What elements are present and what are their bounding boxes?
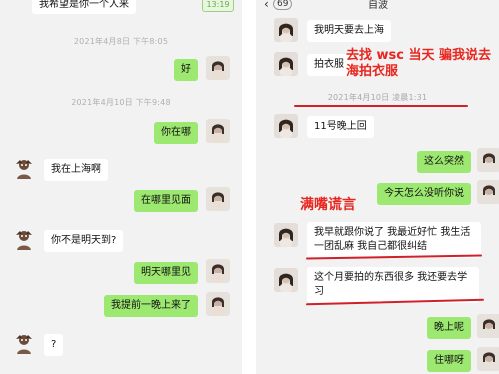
message-bubble-out[interactable]: 今天怎么没听你说 [377,183,471,205]
message-bubble-out[interactable]: 好 [174,59,198,81]
message-bubble-out[interactable]: 这么突然 [417,151,471,173]
avatar-contact[interactable] [12,156,36,180]
avatar-self[interactable] [206,187,230,211]
message-bubble-in[interactable]: 11号晚上回 [307,116,374,138]
message-bubble-out[interactable]: 在哪里见面 [134,190,198,212]
avatar-self[interactable] [477,148,499,172]
message-bubble-out[interactable]: 我提前一晚上来了 [104,295,198,317]
avatar-contact[interactable] [12,227,36,251]
chat-panel-right: ‹ 69 自波 我明天要去上海 拍衣服 去找 wsc 当天 骗我说去海拍衣服 2… [256,0,499,374]
message-bubble-partial: 我希望是你一个人来 [32,0,136,14]
chat-header: ‹ 69 自波 [256,0,499,12]
message-bubble-in[interactable]: 拍衣服 [307,54,351,76]
avatar-self[interactable] [206,56,230,80]
annotation-text: 满嘴谎言 [300,197,356,213]
avatar-contact[interactable] [274,114,298,138]
timestamp: 2021年4月10日 凌晨1:31 [327,93,428,102]
avatar-self[interactable] [206,119,230,143]
chat-panel-left: 我希望是你一个人来 13:19 2021年4月8日 下午8:05 好 2021年… [0,0,242,374]
annotation-text: 去找 wsc 当天 骗我说去海拍衣服 [346,48,492,79]
timestamp: 2021年4月8日 下午8:05 [73,37,169,46]
message-bubble-in[interactable]: ? [44,334,64,356]
avatar-self[interactable] [477,180,499,204]
panel-divider [242,0,256,374]
message-bubble-in[interactable]: 你不是明天到? [44,230,124,252]
avatar-self[interactable] [206,292,230,316]
avatar-contact[interactable] [274,18,298,42]
avatar-contact[interactable] [12,331,36,355]
message-bubble-out[interactable]: 明天哪里见 [134,262,198,284]
timestamp: 2021年4月10日 下午9:48 [71,98,171,107]
unread-count-badge: 69 [273,0,293,10]
message-bubble-out[interactable]: 你在哪 [154,122,198,144]
avatar-contact[interactable] [274,223,298,247]
avatar-contact[interactable] [274,268,298,292]
avatar-self[interactable] [477,347,499,371]
avatar-self[interactable] [206,259,230,283]
message-bubble-in[interactable]: 我明天要去上海 [307,20,391,42]
avatar-self[interactable] [477,314,499,338]
avatar-contact[interactable] [274,52,298,76]
chat-title: 自波 [368,0,388,11]
screenshot-collage: 我希望是你一个人来 13:19 2021年4月8日 下午8:05 好 2021年… [0,0,499,374]
message-bubble-in[interactable]: 我在上海啊 [44,159,108,181]
message-bubble-in[interactable]: 我早就跟你说了 我最近好忙 我生活一团乱麻 我自己都很纠结 [307,222,481,258]
message-bubble-in[interactable]: 这个月要拍的东西很多 我还要去学习 [307,267,479,303]
left-top-partial: 我希望是你一个人来 13:19 [0,0,242,14]
message-bubble-out[interactable]: 住哪呀 [427,350,471,372]
back-chevron-icon[interactable]: ‹ [264,0,269,11]
red-underline [294,105,468,107]
time-chip: 13:19 [202,0,234,12]
message-bubble-out[interactable]: 晚上呢 [427,317,471,339]
